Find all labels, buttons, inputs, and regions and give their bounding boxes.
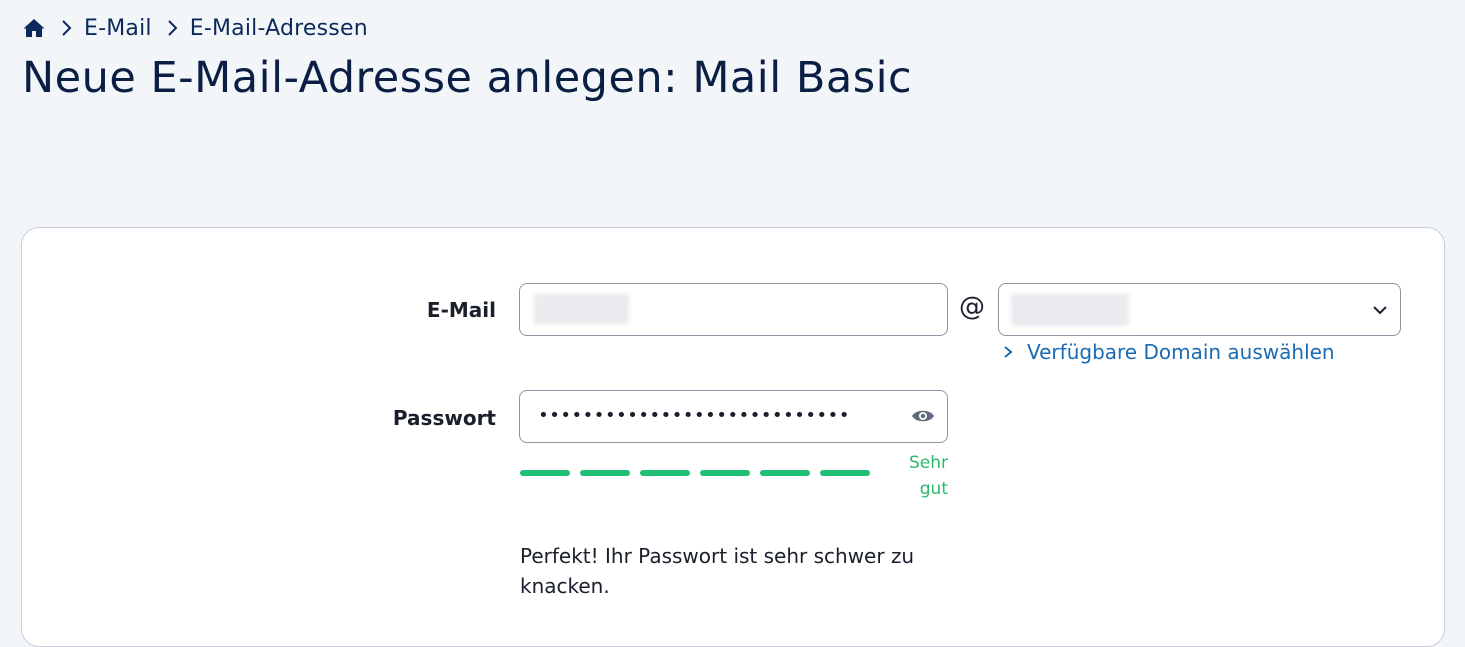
strength-segment bbox=[760, 470, 810, 476]
breadcrumb-item-email-addresses[interactable]: E-Mail-Adressen bbox=[190, 16, 368, 41]
home-icon[interactable] bbox=[22, 16, 46, 40]
strength-segment bbox=[640, 470, 690, 476]
strength-segment bbox=[520, 470, 570, 476]
eye-icon[interactable] bbox=[911, 406, 935, 426]
password-strength-meter bbox=[520, 470, 870, 476]
domain-select[interactable] bbox=[998, 283, 1401, 336]
form-card: E-Mail @ Verfügbare Domain auswählen Pas… bbox=[21, 227, 1445, 647]
chevron-right-icon bbox=[1004, 346, 1013, 358]
redacted-email-value bbox=[534, 294, 629, 324]
strength-segment bbox=[700, 470, 750, 476]
strength-label-line1: Sehr bbox=[908, 453, 948, 473]
available-domain-link-label: Verfügbare Domain auswählen bbox=[1027, 340, 1335, 364]
breadcrumb: E-Mail E-Mail-Adressen bbox=[22, 14, 368, 42]
strength-segment bbox=[820, 470, 870, 476]
email-label: E-Mail bbox=[426, 298, 496, 322]
strength-segment bbox=[580, 470, 630, 476]
email-local-part-input[interactable] bbox=[519, 283, 948, 336]
page-title: Neue E-Mail-Adresse anlegen: Mail Basic bbox=[22, 53, 913, 103]
password-masked-value: •••••••••••••••••••••••••••• bbox=[538, 405, 850, 426]
chevron-down-icon bbox=[1373, 306, 1387, 315]
chevron-right-icon bbox=[62, 20, 72, 36]
chevron-right-icon bbox=[168, 20, 178, 36]
password-feedback-message: Perfekt! Ihr Passwort ist sehr schwer zu… bbox=[520, 544, 915, 598]
redacted-domain-value bbox=[1011, 294, 1129, 326]
strength-label-line2: gut bbox=[919, 479, 948, 499]
available-domain-link[interactable]: Verfügbare Domain auswählen bbox=[1001, 340, 1335, 364]
password-input[interactable]: •••••••••••••••••••••••••••• bbox=[519, 390, 948, 443]
at-sign: @ bbox=[959, 292, 985, 322]
password-label: Passwort bbox=[392, 406, 496, 430]
breadcrumb-item-email[interactable]: E-Mail bbox=[84, 16, 152, 41]
password-strength-label: Sehr gut bbox=[892, 450, 948, 502]
